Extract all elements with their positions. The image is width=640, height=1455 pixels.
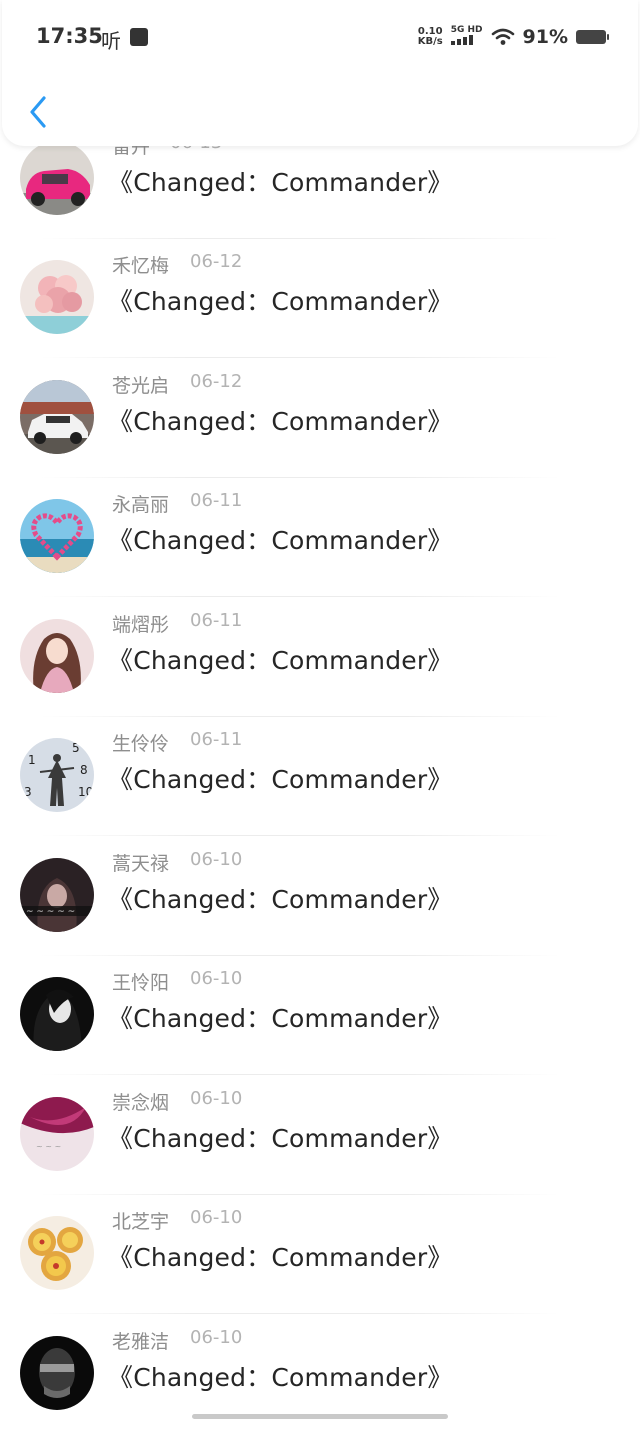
cellular-signal-icon: 5G HD <box>450 25 483 48</box>
item-date: 06-12 <box>190 371 243 392</box>
list-item[interactable]: 1 5 8 3 10 生伶伶 06-11 《Changed：Commander》 <box>0 729 640 857</box>
avatar[interactable]: 1 5 8 3 10 <box>20 738 94 812</box>
svg-text:3: 3 <box>24 785 32 799</box>
divider <box>40 1194 560 1195</box>
item-author: 端熠彤 <box>112 614 170 636</box>
divider <box>40 716 560 717</box>
item-date: 06-10 <box>190 1088 243 1109</box>
anime-girl-icon <box>20 619 94 693</box>
list-item[interactable]: 端熠彤 06-11 《Changed：Commander》 <box>0 610 640 738</box>
item-author: 老雅洁 <box>112 1331 170 1353</box>
avatar[interactable]: ~ ~ ~ ~ ~ <box>20 858 94 932</box>
avatar[interactable] <box>20 977 94 1051</box>
item-author: 禾忆梅 <box>112 255 170 277</box>
item-author: 崇念烟 <box>112 1092 170 1114</box>
svg-text:8: 8 <box>80 763 88 777</box>
item-author: 生伶伶 <box>112 733 170 755</box>
egg-tart-icon <box>20 1216 94 1290</box>
item-title: 《Changed：Commander》 <box>108 646 453 675</box>
list-item[interactable]: 老雅洁 06-10 《Changed：Commander》 <box>0 1327 640 1455</box>
list-item[interactable]: 王怜阳 06-10 《Changed：Commander》 <box>0 968 640 1096</box>
flower-bouquet-icon <box>20 260 94 334</box>
avatar[interactable] <box>20 1336 94 1410</box>
chevron-left-icon <box>30 96 46 128</box>
list-item[interactable]: 永高丽 06-11 《Changed：Commander》 <box>0 490 640 618</box>
item-title: 《Changed：Commander》 <box>108 1124 453 1153</box>
list-item[interactable]: 禾忆梅 06-12 《Changed：Commander》 <box>0 251 640 379</box>
avatar[interactable] <box>20 1216 94 1290</box>
divider <box>40 955 560 956</box>
item-title: 《Changed：Commander》 <box>108 407 453 436</box>
svg-text:10: 10 <box>78 785 93 799</box>
network-type: 5G HD <box>450 25 483 35</box>
divider <box>40 238 560 239</box>
pink-petal-icon: ~ ~ ~ <box>20 1097 94 1171</box>
battery-icon <box>576 30 609 44</box>
back-button[interactable] <box>24 92 54 132</box>
item-author: 北芝宇 <box>112 1211 170 1233</box>
svg-text:~ ~ ~: ~ ~ ~ <box>36 1142 61 1151</box>
clock-figure-icon: 1 5 8 3 10 <box>20 738 94 812</box>
white-suv-icon <box>20 380 94 454</box>
item-author: 永高丽 <box>112 494 170 516</box>
message-notification-icon <box>130 28 148 46</box>
status-time: 17:35 <box>36 24 103 48</box>
divider <box>40 1313 560 1314</box>
top-bar: 17:35 听 0.10 KB/s 5G HD 91% <box>2 0 638 146</box>
avatar[interactable] <box>20 499 94 573</box>
item-date: 06-12 <box>190 251 243 272</box>
battery-percent: 91% <box>522 26 568 48</box>
divider <box>40 596 560 597</box>
status-listen-text: 听 <box>101 29 121 53</box>
item-title: 《Changed：Commander》 <box>108 1363 453 1392</box>
list-item[interactable]: 北芝宇 06-10 《Changed：Commander》 <box>0 1207 640 1335</box>
avatar[interactable] <box>20 260 94 334</box>
list-item[interactable]: ~ ~ ~ ~ ~ 蒿天禄 06-10 《Changed：Commander》 <box>0 849 640 977</box>
item-author: 王怜阳 <box>112 972 170 994</box>
item-title: 《Changed：Commander》 <box>108 1004 453 1033</box>
net-speed: 0.10 KB/s <box>418 27 443 47</box>
item-title: 《Changed：Commander》 <box>108 526 453 555</box>
item-author: 苍光启 <box>112 375 170 397</box>
svg-text:1: 1 <box>28 753 36 767</box>
heart-balloons-icon <box>20 499 94 573</box>
item-author: 蒿天禄 <box>112 853 170 875</box>
home-indicator[interactable] <box>192 1414 448 1419</box>
masked-face-icon <box>20 1336 94 1410</box>
svg-text:~ ~ ~ ~ ~: ~ ~ ~ ~ ~ <box>26 907 75 917</box>
item-date: 06-11 <box>190 729 243 750</box>
item-title: 《Changed：Commander》 <box>108 1243 453 1272</box>
divider <box>40 357 560 358</box>
status-indicators: 0.10 KB/s 5G HD 91% <box>418 25 609 48</box>
net-speed-unit: KB/s <box>417 36 443 47</box>
item-date: 06-10 <box>190 849 243 870</box>
avatar[interactable]: ~ ~ ~ <box>20 1097 94 1171</box>
list-item[interactable]: 留卉 06-13 《Changed：Commander》 <box>0 132 640 260</box>
list-item[interactable]: ~ ~ ~ 崇念烟 06-10 《Changed：Commander》 <box>0 1088 640 1216</box>
divider <box>40 1074 560 1075</box>
svg-text:5: 5 <box>72 741 80 755</box>
item-date: 06-10 <box>190 1207 243 1228</box>
signal-bars-icon <box>450 35 473 45</box>
item-title: 《Changed：Commander》 <box>108 885 453 914</box>
item-title: 《Changed：Commander》 <box>108 168 453 197</box>
item-title: 《Changed：Commander》 <box>108 287 453 316</box>
list-item[interactable]: 苍光启 06-12 《Changed：Commander》 <box>0 371 640 499</box>
item-date: 06-10 <box>190 968 243 989</box>
avatar[interactable] <box>20 141 94 215</box>
bw-woman-icon <box>20 977 94 1051</box>
item-date: 06-11 <box>190 610 243 631</box>
item-date: 06-11 <box>190 490 243 511</box>
avatar[interactable] <box>20 619 94 693</box>
item-title: 《Changed：Commander》 <box>108 765 453 794</box>
item-date: 06-10 <box>190 1327 243 1348</box>
avatar[interactable] <box>20 380 94 454</box>
wifi-icon <box>491 28 514 45</box>
pink-car-icon <box>20 141 94 215</box>
divider <box>40 477 560 478</box>
divider <box>40 835 560 836</box>
dark-portrait-icon: ~ ~ ~ ~ ~ <box>20 858 94 932</box>
